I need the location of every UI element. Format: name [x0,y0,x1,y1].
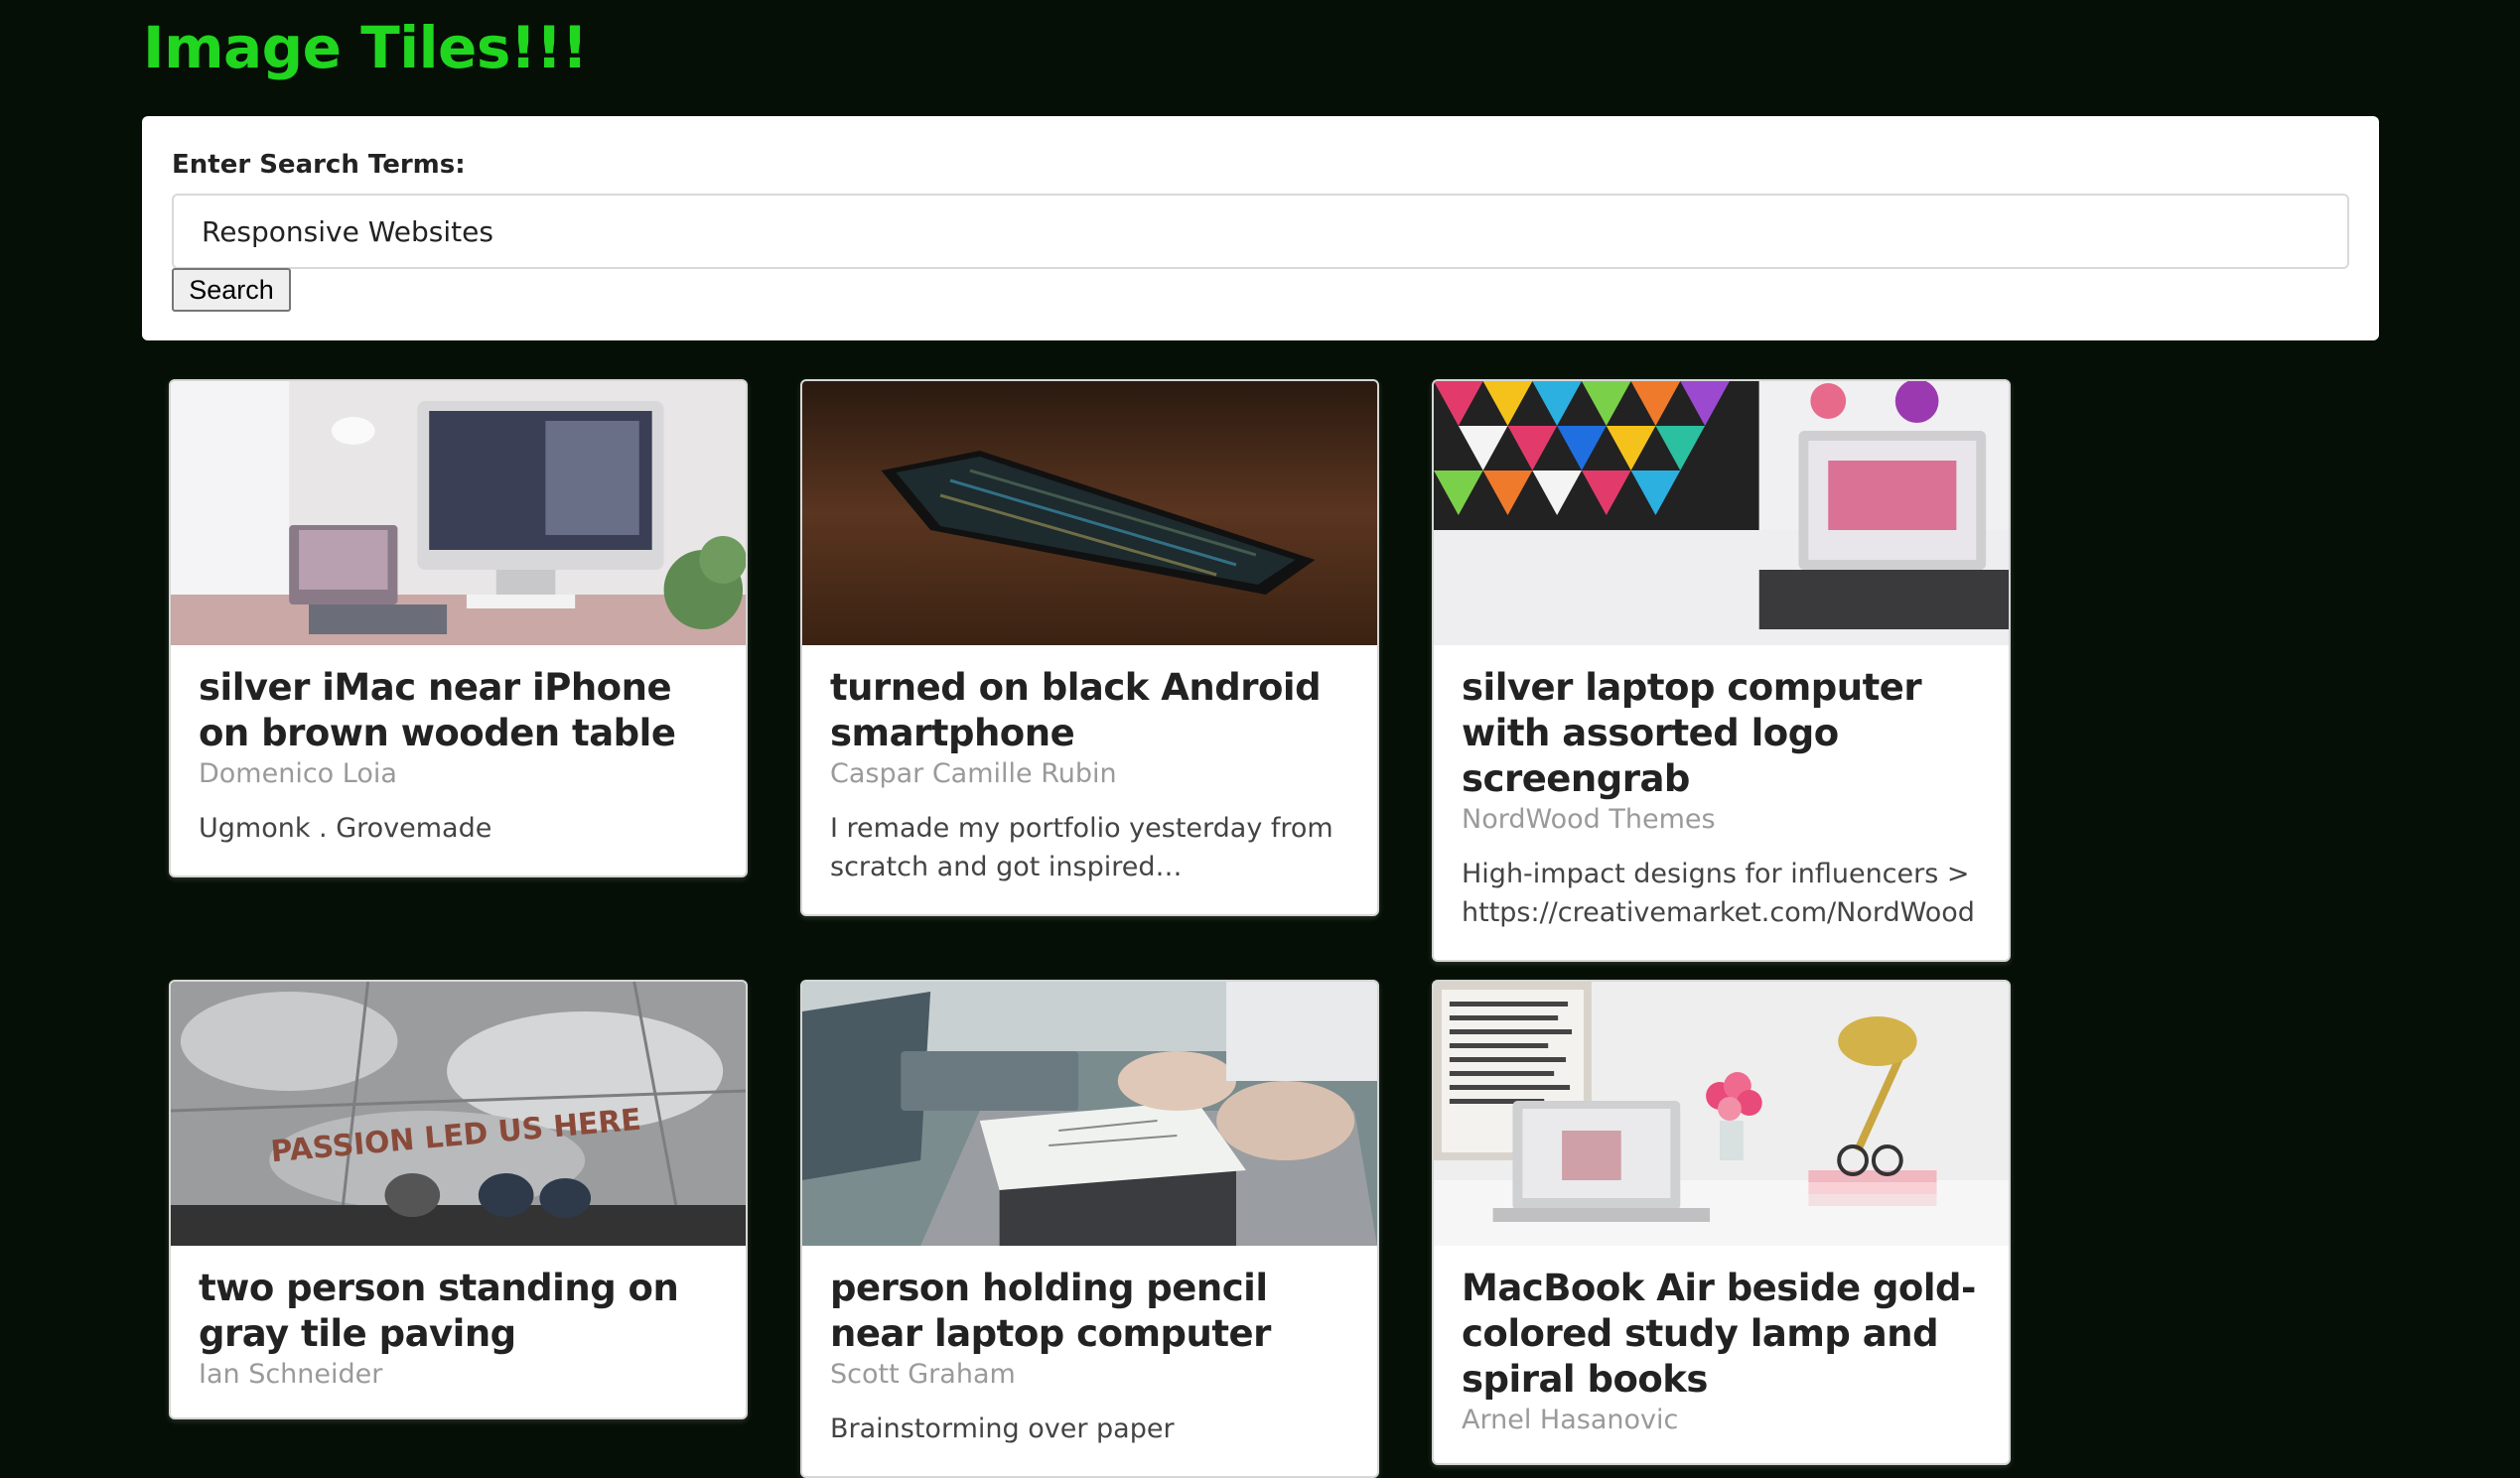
image-card[interactable]: turned on black Android smartphone Caspa… [800,379,1379,916]
page-title: Image Tiles!!! [143,14,588,81]
card-image-macbook-lamp [1434,982,2009,1246]
card-author: Domenico Loia [199,758,397,789]
card-title: turned on black Android smartphone [830,666,1322,754]
card-image-passion-paving: PASSION LED US HERE [171,982,746,1246]
card-title: silver laptop computer with assorted log… [1462,666,1922,800]
card-author: NordWood Themes [1462,804,1716,835]
image-card[interactable]: silver iMac near iPhone on brown wooden … [169,379,748,877]
image-card[interactable]: person holding pencil near laptop comput… [800,980,1379,1478]
card-description: I remade my portfolio yesterday from scr… [830,813,1333,882]
card-author: Ian Schneider [199,1359,383,1390]
card-title: MacBook Air beside gold-colored study la… [1462,1267,1976,1401]
card-image-smartphone [802,381,1377,645]
search-input[interactable] [172,194,2349,269]
search-label: Enter Search Terms: [172,150,466,180]
card-title: silver iMac near iPhone on brown wooden … [199,666,676,754]
card-image-imac-desk [171,381,746,645]
card-image-pencil-laptop [802,982,1377,1246]
card-description: Ugmonk . Grovemade [199,813,492,844]
image-card[interactable]: MacBook Air beside gold-colored study la… [1432,980,2011,1465]
card-image-laptop-logos [1434,381,2009,645]
image-card[interactable]: silver laptop computer with assorted log… [1432,379,2011,962]
card-author: Arnel Hasanovic [1462,1405,1679,1435]
card-description: Brainstorming over paper [830,1413,1175,1444]
search-panel: Enter Search Terms: Search [142,116,2379,340]
card-title: person holding pencil near laptop comput… [830,1267,1271,1355]
search-button[interactable]: Search [172,268,291,312]
card-title: two person standing on gray tile paving [199,1267,679,1355]
image-card[interactable]: PASSION LED US HERE two person standing … [169,980,748,1419]
card-description: High-impact designs for influencers > ht… [1462,859,1975,928]
card-author: Caspar Camille Rubin [830,758,1117,789]
card-author: Scott Graham [830,1359,1016,1390]
